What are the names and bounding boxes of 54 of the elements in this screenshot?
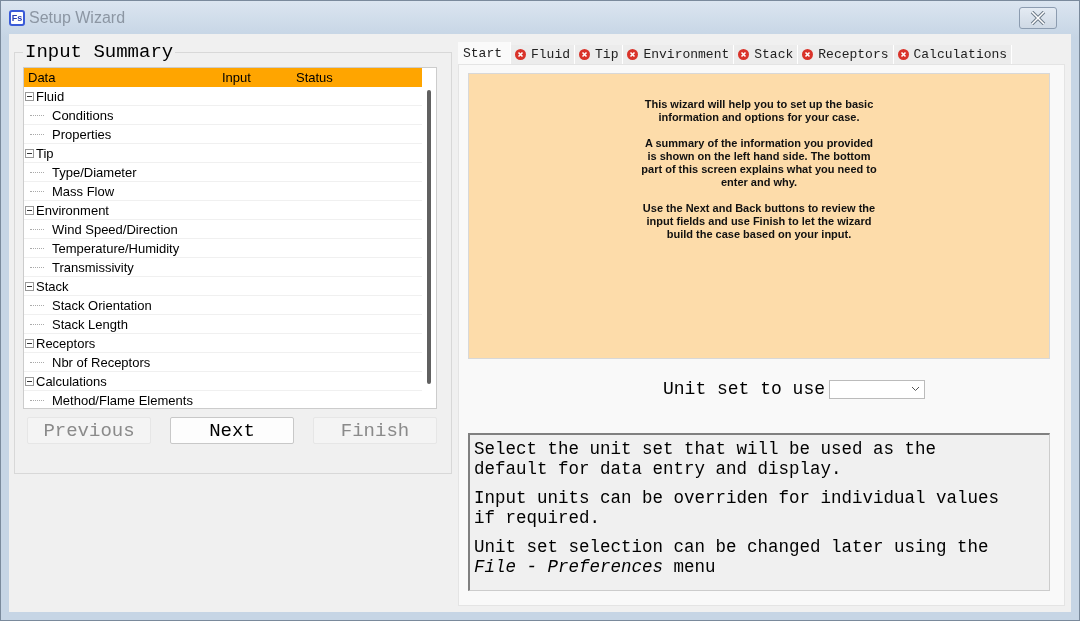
column-header[interactable]: Status [292, 70, 376, 85]
intro-text: This wizard will help you to set up the basic information and options for your case. [643, 98, 875, 124]
window-title: Setup Wizard [29, 8, 126, 27]
help-text: Input units can be overriden for individual values if required. [474, 488, 1001, 528]
collapse-icon[interactable] [25, 338, 34, 348]
tree-item[interactable]: Stack [24, 277, 422, 296]
error-icon [897, 49, 909, 60]
tree-item[interactable]: Tip [24, 144, 422, 163]
tab[interactable]: Calculations [893, 45, 1013, 64]
tree-item[interactable]: Method/Flame Elements [24, 391, 422, 408]
collapse-icon[interactable] [25, 91, 34, 101]
tree-item[interactable]: Wind Speed/Direction [24, 220, 422, 239]
help-text: Select the unit set that will be used as the default for data entry and display. [474, 439, 938, 479]
error-icon [579, 49, 591, 60]
tree-item[interactable]: Stack Length [24, 315, 422, 334]
tab[interactable]: Tip [575, 45, 624, 64]
help-text: Unit set selection can be changed later using the File - Preferences menu [474, 537, 990, 577]
tree-item[interactable]: Mass Flow [24, 182, 422, 201]
intro-text: A summary of the information you provided is shown on the left hand side. The bottom part of this screen explains what you need to enter and why. [641, 137, 877, 189]
close-icon [1030, 10, 1046, 25]
tab[interactable]: Environment [623, 45, 735, 64]
error-icon [627, 49, 639, 60]
column-header[interactable]: Data [24, 70, 218, 85]
group-title: Input Summary [23, 42, 176, 62]
tree-item[interactable]: Temperature/Humidity [24, 239, 422, 258]
collapse-icon[interactable] [25, 205, 34, 215]
tab[interactable]: Receptors [798, 45, 894, 64]
unit-set-label: Unit set to use [663, 379, 825, 399]
next-button[interactable]: Next [170, 417, 294, 444]
scrollbar-thumb[interactable] [427, 90, 431, 384]
tab[interactable]: Start [458, 42, 511, 64]
column-header[interactable]: Input [218, 70, 292, 85]
error-icon [515, 49, 526, 60]
close-button[interactable] [1019, 6, 1057, 29]
tree-item[interactable]: Properties [24, 125, 422, 144]
tree-item[interactable]: Stack Orientation [24, 296, 422, 315]
tree-item[interactable]: Calculations [24, 372, 422, 391]
tree-item[interactable]: Environment [24, 201, 422, 220]
tree-item[interactable]: Type/Diameter [24, 163, 422, 182]
tree-item[interactable]: Nbr of Receptors [24, 353, 422, 372]
error-icon [802, 49, 814, 60]
collapse-icon[interactable] [25, 148, 34, 158]
tree-item[interactable]: Conditions [24, 106, 422, 125]
tree-item[interactable]: Transmissivity [24, 258, 422, 277]
tab[interactable]: Stack [734, 45, 799, 64]
collapse-icon[interactable] [25, 376, 34, 386]
tree-item[interactable]: Receptors [24, 334, 422, 353]
tree-item[interactable]: Fluid [24, 87, 422, 106]
collapse-icon[interactable] [25, 281, 34, 291]
error-icon [738, 49, 750, 60]
app-logo: Fs [9, 9, 25, 26]
tab[interactable]: Fluid [511, 45, 576, 64]
intro-text: Use the Next and Back buttons to review the input fields and use Finish to let the wizard build the case based on your input. [641, 202, 877, 241]
chevron-down-icon [911, 386, 920, 392]
